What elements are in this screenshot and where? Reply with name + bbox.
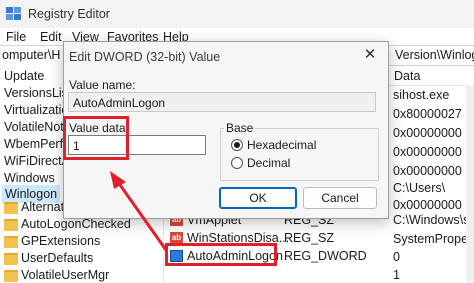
annotation-arrow bbox=[110, 171, 168, 251]
